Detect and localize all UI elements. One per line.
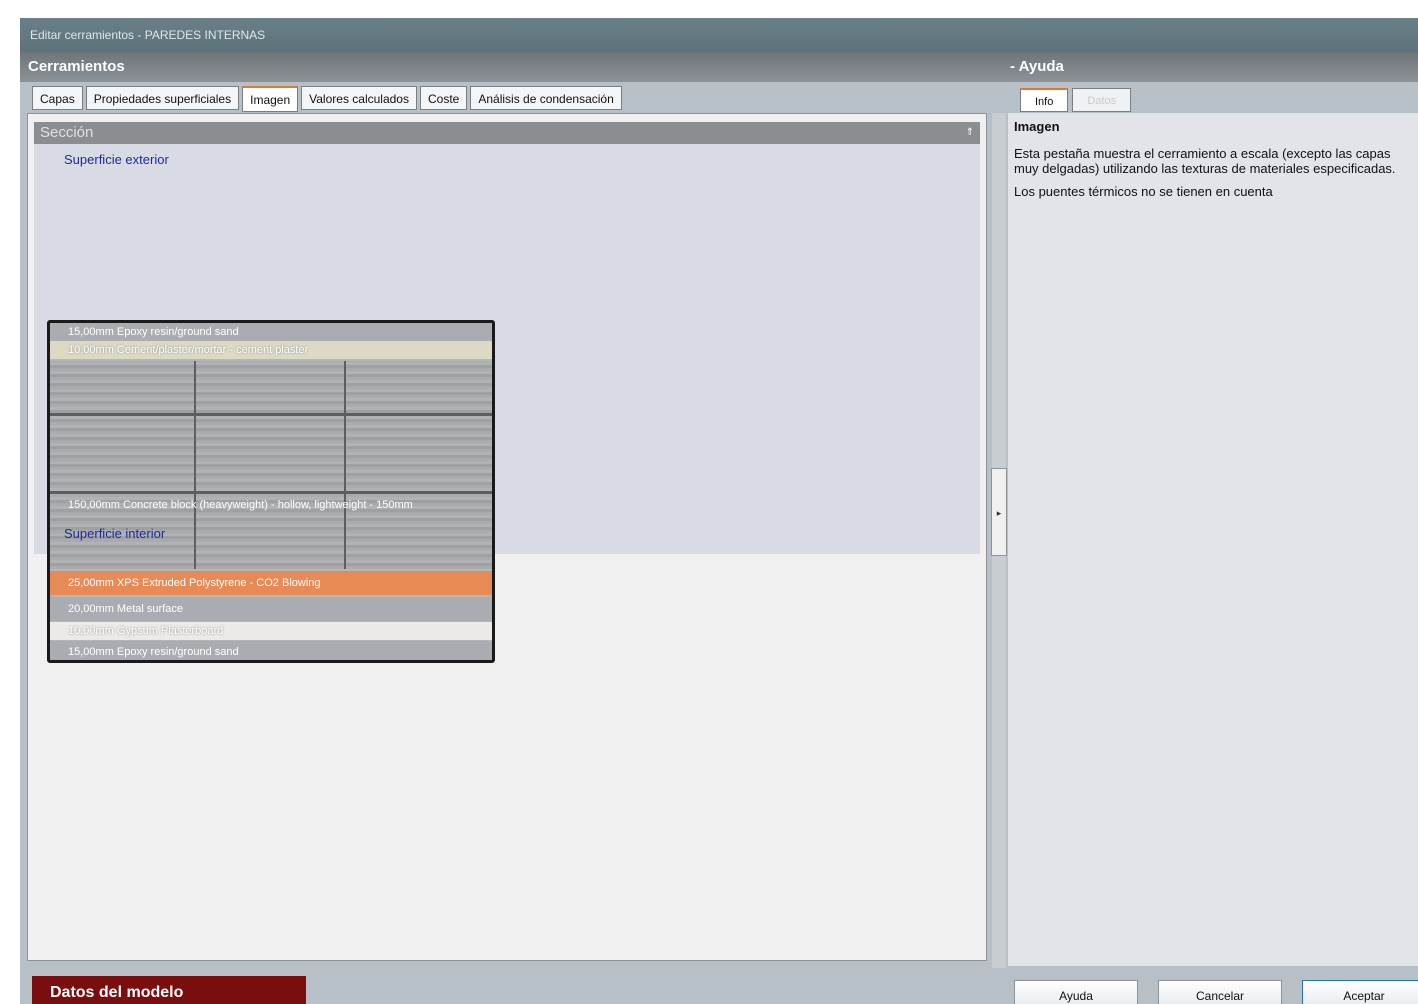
brick-joint [50, 491, 492, 494]
layer-metal-surface: 20,00mm Metal surface [50, 597, 492, 621]
cancel-button[interactable]: Cancelar [1158, 980, 1282, 1004]
wall-section-drawing: 15,00mm Epoxy resin/ground sand 10,00mm … [47, 320, 495, 663]
model-data-tab[interactable]: Datos del modelo [32, 976, 306, 1004]
help-tab-datos[interactable]: Datos [1072, 88, 1132, 112]
panel-title: Cerramientos [28, 58, 125, 75]
layer-epoxy-inner: 15,00mm Epoxy resin/ground sand [50, 641, 492, 660]
help-title-text: Ayuda [1018, 58, 1064, 75]
layer-plasterboard: 10,00mm Gypsum Plasterboard [50, 622, 492, 640]
layer-label: 15,00mm Epoxy resin/ground sand [68, 326, 239, 338]
layer-label: 10,00mm Gypsum Plasterboard [68, 625, 224, 637]
layer-cement-plaster: 10,00mm Cement/plaster/mortar - cement p… [50, 341, 492, 359]
layer-label: 20,00mm Metal surface [68, 603, 183, 615]
tab-propiedades-superficiales[interactable]: Propiedades superficiales [85, 86, 240, 110]
brick-joint [50, 413, 492, 416]
help-tab-info[interactable]: Info [1020, 88, 1069, 112]
tab-capas[interactable]: Capas [32, 86, 83, 110]
ok-button[interactable]: Aceptar [1302, 980, 1418, 1004]
splitter-arrow-icon[interactable]: ▸ [991, 468, 1007, 556]
section-header[interactable]: Sección ⇑ [34, 122, 980, 144]
layer-label: 150,00mm Concrete block (heavyweight) - … [68, 499, 413, 511]
help-button[interactable]: Ayuda [1014, 980, 1138, 1004]
help-panel: Imagen Esta pestaña muestra el cerramien… [1008, 113, 1418, 966]
section-body: Superficie exterior 15,00mm Epoxy resin/… [34, 144, 980, 663]
tab-strip: Capas Propiedades superficiales Imagen V… [32, 86, 622, 112]
tab-valores-calculados[interactable]: Valores calculados [301, 86, 417, 110]
layer-label: 25,00mm XPS Extruded Polystyrene - CO2 B… [68, 577, 321, 589]
window-title: Editar cerramientos - PAREDES INTERNAS [20, 18, 1418, 52]
layer-epoxy-outer: 15,00mm Epoxy resin/ground sand [50, 323, 492, 341]
tab-analisis-condensacion[interactable]: Análisis de condensación [470, 86, 622, 110]
header-band [20, 52, 1418, 82]
tab-imagen[interactable]: Imagen [242, 86, 299, 112]
help-title: - Ayuda [1010, 58, 1064, 75]
layer-label: 15,00mm Epoxy resin/ground sand [68, 646, 239, 658]
section-title: Sección [40, 124, 94, 141]
help-paragraph: Los puentes térmicos no se tienen en cue… [1014, 184, 1273, 199]
collapse-icon[interactable]: ⇑ [966, 122, 974, 144]
inner-surface-label: Superficie interior [64, 526, 166, 541]
help-paragraph: Esta pestaña muestra el cerramiento a es… [1014, 146, 1396, 176]
editor-window: Editar cerramientos - PAREDES INTERNAS C… [20, 18, 1418, 1004]
tab-coste[interactable]: Coste [419, 86, 468, 110]
layer-label: 10,00mm Cement/plaster/mortar - cement p… [68, 344, 309, 356]
help-heading: Imagen [1014, 119, 1060, 134]
layer-xps: 25,00mm XPS Extruded Polystyrene - CO2 B… [50, 571, 492, 595]
outer-surface-label: Superficie exterior [64, 152, 169, 167]
help-tab-strip: Info Datos [1020, 88, 1132, 112]
image-panel: Sección ⇑ Superficie exterior 15,00mm Ep… [27, 113, 987, 961]
